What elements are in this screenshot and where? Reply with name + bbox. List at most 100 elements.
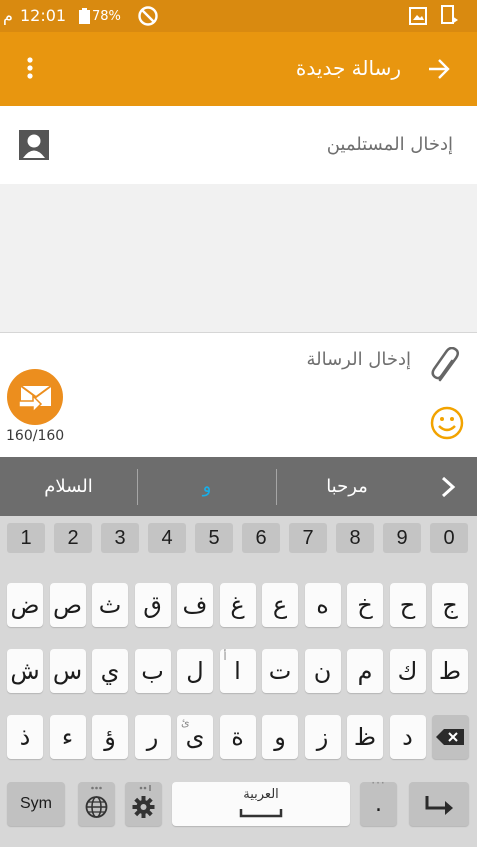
gallery-icon [409, 7, 427, 25]
key-hint: ئ [181, 716, 190, 729]
key-char: ف [182, 591, 208, 619]
enter-key[interactable] [409, 782, 469, 826]
letter-key[interactable]: ر [134, 715, 171, 759]
key-char: ا [234, 657, 241, 685]
space-key[interactable]: العربية [172, 782, 350, 826]
backspace-icon [436, 729, 464, 745]
globe-key[interactable] [78, 782, 115, 826]
number-key[interactable]: 0 [430, 523, 468, 553]
paperclip-icon[interactable] [430, 346, 462, 385]
settings-key[interactable] [125, 782, 162, 826]
sym-key[interactable]: Sym [7, 782, 65, 826]
key-char: ض [10, 591, 40, 619]
key-char: د [402, 723, 413, 751]
key-char: ث [98, 591, 122, 619]
send-mms-icon [18, 385, 52, 414]
key-char: ظ [353, 723, 377, 751]
battery-icon [79, 8, 90, 24]
letter-key[interactable]: غ [219, 583, 256, 627]
suggestion-item[interactable]: و [138, 457, 276, 516]
key-char: غ [230, 591, 245, 619]
recipients-field[interactable]: إدخال المستلمين [0, 106, 477, 185]
number-key[interactable]: 4 [148, 523, 186, 553]
letter-key[interactable]: ل [177, 649, 213, 693]
suggestion-item[interactable]: السلام [0, 457, 137, 516]
send-button[interactable] [7, 369, 63, 425]
screen-record-icon [441, 5, 459, 25]
key-char: ي [100, 657, 120, 685]
chevron-right-icon[interactable] [438, 475, 458, 499]
period-key[interactable]: ··· . [360, 776, 397, 826]
key-char: ب [141, 657, 164, 685]
letter-key[interactable]: ص [49, 583, 86, 627]
number-key[interactable]: 9 [383, 523, 421, 553]
letter-key[interactable]: م [347, 649, 383, 693]
number-key[interactable]: 3 [101, 523, 139, 553]
letter-key[interactable]: خ [347, 583, 383, 627]
letter-key[interactable]: ي [92, 649, 128, 693]
letter-key[interactable]: ث [92, 583, 128, 627]
letter-key[interactable]: ح [389, 583, 426, 627]
status-time: 12:01 [20, 6, 67, 25]
letter-key[interactable]: ن [304, 649, 341, 693]
key-char: خ [357, 591, 373, 619]
letter-key[interactable]: ب [134, 649, 171, 693]
suggestion-bar: السلام و مرحبا [0, 457, 477, 516]
contact-icon[interactable] [19, 130, 49, 160]
number-key[interactable]: 7 [289, 523, 327, 553]
letter-key[interactable]: ة [219, 715, 256, 759]
backspace-key[interactable] [432, 715, 469, 759]
letter-key[interactable]: ط [432, 649, 468, 693]
enter-icon [425, 796, 453, 815]
letter-key[interactable]: ه [304, 583, 341, 627]
compose-area: إدخال الرسالة 160/160 [0, 333, 477, 457]
globe-icon [85, 786, 108, 818]
emoji-icon[interactable] [430, 406, 464, 440]
number-key[interactable]: 5 [195, 523, 233, 553]
letter-key[interactable]: س [49, 649, 86, 693]
letter-key[interactable]: اأ [219, 649, 256, 693]
letter-key[interactable]: ت [262, 649, 298, 693]
key-char: م [357, 657, 373, 685]
letter-key[interactable]: ع [262, 583, 298, 627]
letter-key[interactable]: ض [7, 583, 43, 627]
letter-key[interactable]: ذ [7, 715, 43, 759]
page-title: رسالة جديدة [295, 56, 401, 80]
key-char: ة [231, 723, 244, 751]
key-char: ح [399, 591, 416, 619]
status-bar: م 12:01 78% [0, 0, 477, 32]
arrow-right-icon[interactable] [426, 58, 452, 80]
letter-key[interactable]: ىئ [177, 715, 213, 759]
number-key[interactable]: 2 [54, 523, 92, 553]
letter-key[interactable]: ك [389, 649, 426, 693]
letter-key[interactable]: ؤ [92, 715, 128, 759]
letter-key[interactable]: د [389, 715, 426, 759]
number-key[interactable]: 1 [7, 523, 45, 553]
key-char: ء [61, 723, 74, 751]
battery-percent: 78% [92, 9, 121, 24]
key-char: ذ [19, 723, 31, 751]
letter-key[interactable]: ق [134, 583, 171, 627]
dnd-icon [137, 5, 159, 27]
conversation-area [0, 184, 477, 333]
keyboard: 1234567890 ضصثقفغعهخحج شسيبل اأ تنمكط ذ ء ؤ ر… [0, 516, 477, 847]
letter-key[interactable]: ف [177, 583, 213, 627]
letter-key[interactable]: ظ [347, 715, 383, 759]
more-vert-icon[interactable] [20, 54, 40, 84]
message-input[interactable]: إدخال الرسالة [306, 349, 411, 370]
status-ampm: م [3, 6, 13, 25]
number-key[interactable]: 6 [242, 523, 280, 553]
space-language-label: العربية [243, 787, 279, 802]
letter-key[interactable]: ز [304, 715, 341, 759]
key-char: ج [442, 591, 458, 619]
letter-key[interactable]: ش [7, 649, 43, 693]
letter-key[interactable]: ء [49, 715, 86, 759]
letter-key[interactable]: و [262, 715, 298, 759]
key-hint: أ [223, 650, 227, 663]
recipients-input[interactable]: إدخال المستلمين [327, 134, 453, 155]
letter-key[interactable]: ج [432, 583, 468, 627]
suggestion-item[interactable]: مرحبا [277, 457, 417, 516]
number-key[interactable]: 8 [336, 523, 374, 553]
key-char: ت [268, 657, 292, 685]
space-icon [239, 809, 283, 818]
